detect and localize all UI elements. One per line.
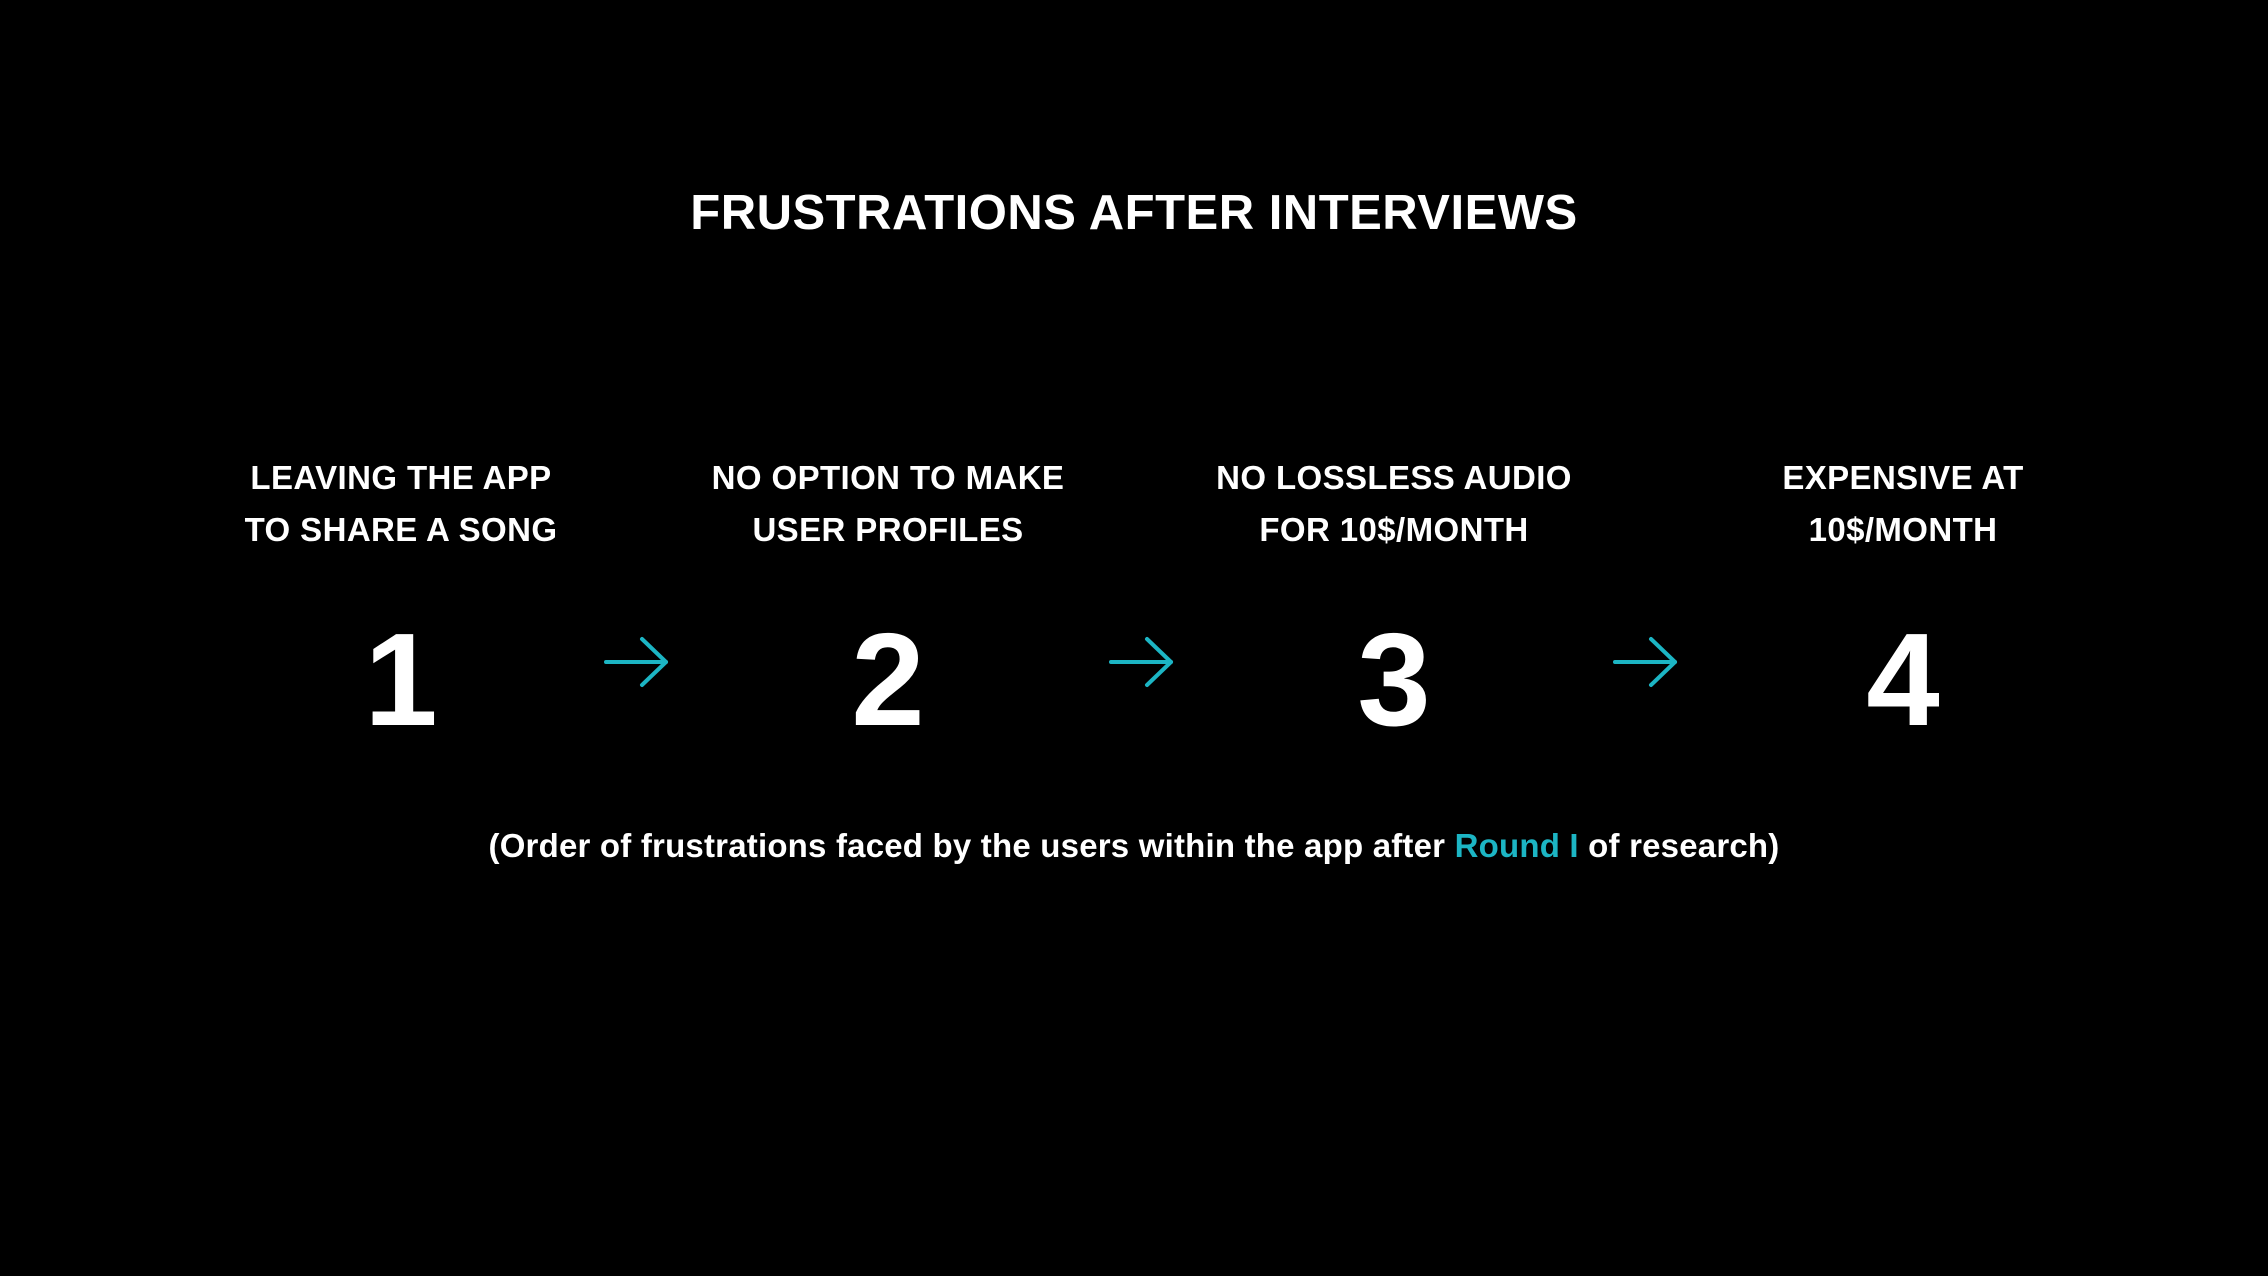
caption-text-after: of research) <box>1578 827 1780 864</box>
step-4-label: EXPENSIVE AT 10$/MONTH <box>1782 459 2024 548</box>
step-3-number: 3 <box>1357 606 1431 753</box>
caption-text-before: (Order of frustrations faced by the user… <box>488 827 1455 864</box>
step-3: NO LOSSLESS AUDIO FOR 10$/MONTH 3 <box>1164 452 1624 755</box>
step-4: EXPENSIVE AT 10$/MONTH 4 <box>1673 452 2133 755</box>
slide-title: FRUSTRATIONS AFTER INTERVIEWS <box>690 186 1578 240</box>
step-2-label: NO OPTION TO MAKE USER PROFILES <box>711 459 1065 548</box>
step-1-number: 1 <box>364 606 438 753</box>
step-2: NO OPTION TO MAKE USER PROFILES 2 <box>658 452 1118 755</box>
step-4-number: 4 <box>1866 606 1940 753</box>
caption: (Order of frustrations faced by the user… <box>0 822 2268 870</box>
step-2-number: 2 <box>851 606 925 753</box>
caption-highlight: Round I <box>1454 827 1579 864</box>
step-1-label: LEAVING THE APP TO SHARE A SONG <box>244 459 558 548</box>
arrow-right-icon <box>1613 637 1677 687</box>
step-1: LEAVING THE APP TO SHARE A SONG 1 <box>171 452 631 755</box>
step-3-label: NO LOSSLESS AUDIO FOR 10$/MONTH <box>1216 459 1572 548</box>
slide: FRUSTRATIONS AFTER INTERVIEWS LEAVING TH… <box>0 0 2268 1276</box>
